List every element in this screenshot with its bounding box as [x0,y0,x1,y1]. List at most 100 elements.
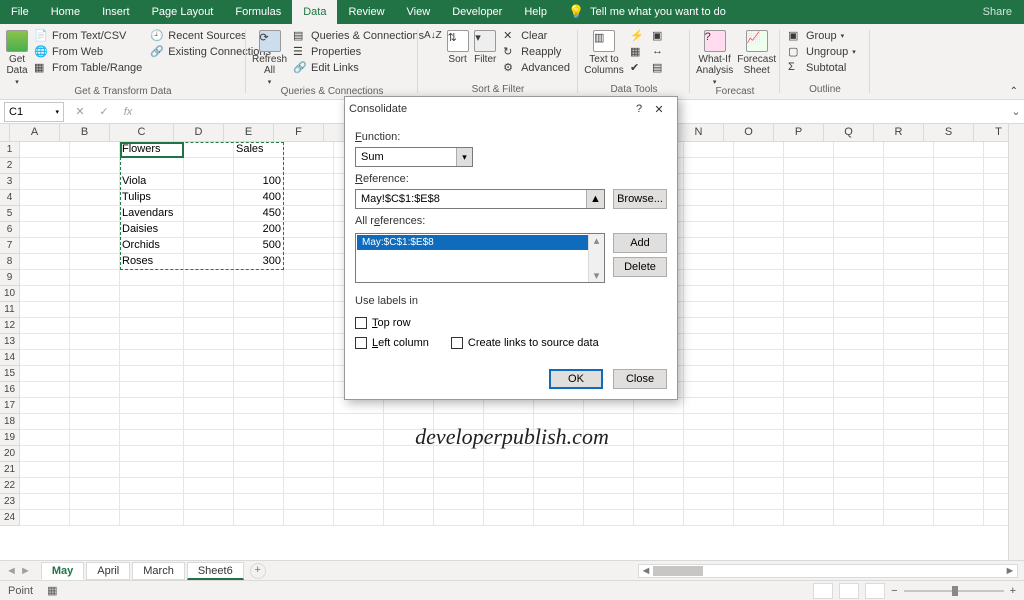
cell[interactable] [334,414,384,430]
col-header[interactable]: Q [824,124,874,142]
cell[interactable] [20,302,70,318]
cell[interactable] [284,158,334,174]
cell[interactable] [834,478,884,494]
cell[interactable] [184,510,234,526]
cell[interactable] [184,142,234,158]
cell[interactable] [684,350,734,366]
cell[interactable] [834,446,884,462]
data-validation[interactable]: ✔ [628,60,646,76]
expand-formula-bar-icon[interactable]: ⌄ [1008,105,1024,118]
cell[interactable] [934,254,984,270]
cell[interactable]: 100 [234,174,284,190]
cell[interactable] [934,398,984,414]
cell[interactable] [684,254,734,270]
cell[interactable] [734,254,784,270]
select-all[interactable] [0,124,10,142]
cell[interactable] [284,238,334,254]
cell[interactable] [484,494,534,510]
cell[interactable] [434,462,484,478]
cell[interactable] [734,318,784,334]
cell[interactable]: Tulips [120,190,184,206]
cell[interactable] [334,398,384,414]
cell[interactable] [934,158,984,174]
cell[interactable] [884,318,934,334]
cell[interactable] [284,366,334,382]
cell[interactable] [684,446,734,462]
cell[interactable] [70,302,120,318]
cell[interactable] [70,462,120,478]
cell[interactable] [184,158,234,174]
cell[interactable] [70,430,120,446]
cell[interactable] [184,430,234,446]
zoom-out-icon[interactable]: − [891,585,897,597]
cell[interactable] [70,206,120,222]
cell[interactable] [884,158,934,174]
row-header[interactable]: 6 [0,222,20,238]
cell[interactable] [384,398,434,414]
data-model[interactable]: ▤ [650,60,668,76]
col-header[interactable]: C [110,124,174,142]
scroll-thumb[interactable] [653,566,703,576]
cell[interactable] [234,510,284,526]
cell[interactable] [184,222,234,238]
cell[interactable] [684,398,734,414]
cell[interactable] [784,478,834,494]
cell[interactable] [834,494,884,510]
row-header[interactable]: 14 [0,350,20,366]
cell[interactable] [70,510,120,526]
cell[interactable] [884,478,934,494]
cell[interactable] [684,462,734,478]
cell[interactable] [784,174,834,190]
cell[interactable] [70,286,120,302]
col-header[interactable]: S [924,124,974,142]
col-header[interactable]: E [224,124,274,142]
cell[interactable] [884,190,934,206]
cell[interactable] [634,462,684,478]
clear-filter[interactable]: ✕Clear [501,28,572,44]
create-links-checkbox[interactable]: Create links to source data [451,337,599,349]
cell[interactable] [684,414,734,430]
cell[interactable] [784,462,834,478]
tab-formulas[interactable]: Formulas [224,0,292,24]
row-header[interactable]: 17 [0,398,20,414]
cell[interactable]: 400 [234,190,284,206]
all-references-list[interactable]: May:$C$1:$E$8 ▴▾ [355,233,605,283]
cell[interactable] [234,430,284,446]
cell[interactable] [834,398,884,414]
cell[interactable] [184,350,234,366]
cell[interactable] [184,286,234,302]
share-button[interactable]: Share [983,6,1012,18]
cell[interactable] [20,446,70,462]
row-header[interactable]: 3 [0,174,20,190]
cell[interactable] [784,206,834,222]
cell[interactable] [734,190,784,206]
row-header[interactable]: 18 [0,414,20,430]
cell[interactable] [184,206,234,222]
cell[interactable] [20,238,70,254]
cell[interactable] [70,318,120,334]
cell[interactable] [684,174,734,190]
cell[interactable] [234,382,284,398]
cell[interactable] [784,510,834,526]
cell[interactable] [884,142,934,158]
page-layout-view-icon[interactable] [839,583,859,599]
cell[interactable] [734,462,784,478]
cell[interactable] [734,334,784,350]
cell[interactable] [70,174,120,190]
cell[interactable] [734,286,784,302]
cell[interactable] [834,510,884,526]
cell[interactable] [834,270,884,286]
sort-button[interactable]: ⇅ Sort [446,28,470,65]
cell[interactable] [284,462,334,478]
cell[interactable] [334,494,384,510]
cell[interactable] [234,366,284,382]
cell[interactable] [934,206,984,222]
cell[interactable] [534,462,584,478]
row-header[interactable]: 19 [0,430,20,446]
cell[interactable] [634,414,684,430]
cell[interactable] [20,174,70,190]
left-column-checkbox[interactable]: Left column [355,337,429,349]
consolidate[interactable]: ▣ [650,28,668,44]
cell[interactable] [834,382,884,398]
cell[interactable] [934,366,984,382]
